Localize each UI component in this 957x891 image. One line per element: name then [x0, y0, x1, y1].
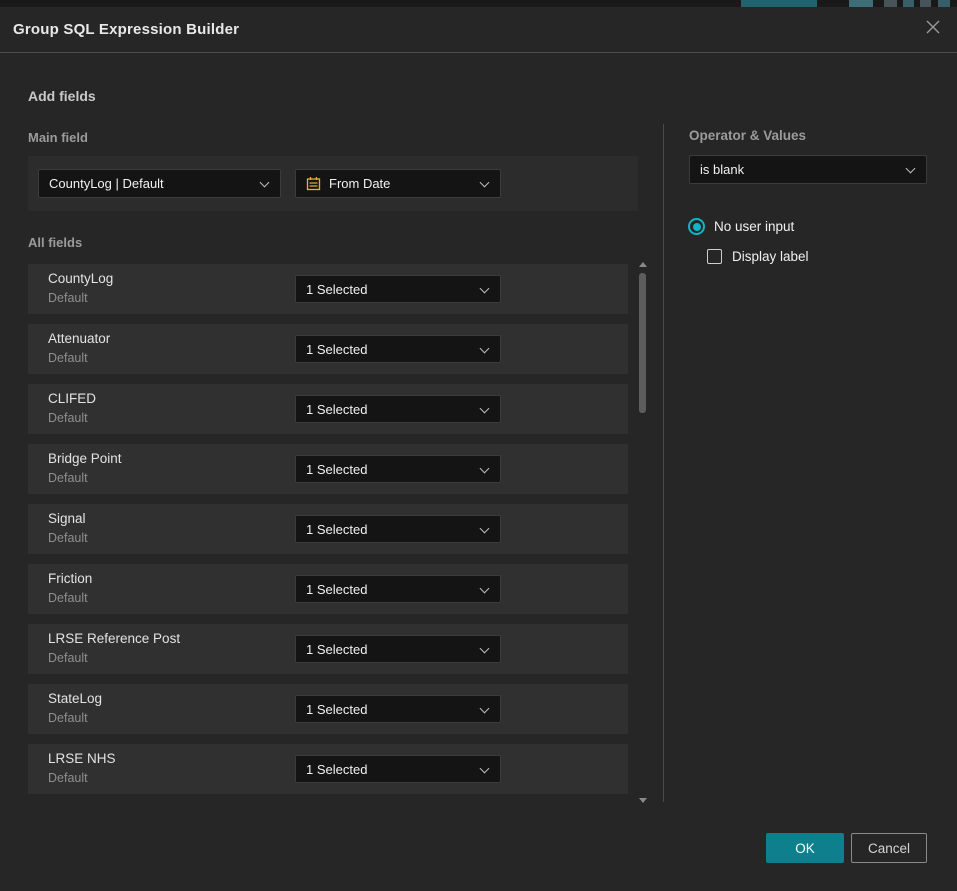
background-fragment [884, 0, 897, 7]
operator-values-heading: Operator & Values [689, 128, 806, 143]
field-sublabel: Default [48, 291, 88, 305]
chevron-down-icon [260, 178, 270, 188]
field-list-item: Attenuator Default 1 Selected [28, 324, 628, 374]
fields-scrollbar[interactable] [637, 258, 649, 807]
panel-divider [663, 124, 664, 802]
close-icon [925, 19, 941, 40]
ok-button[interactable]: OK [766, 833, 844, 863]
chevron-down-icon [480, 178, 490, 188]
scroll-down-arrow-icon[interactable] [639, 798, 647, 803]
main-field-panel: CountyLog | Default From Date [28, 156, 638, 211]
field-name: CountyLog [48, 271, 113, 286]
field-selected-value: 1 Selected [306, 582, 367, 597]
chevron-down-icon [480, 464, 490, 474]
field-list-item: CLIFED Default 1 Selected [28, 384, 628, 434]
field-name: Bridge Point [48, 451, 122, 466]
layer-select-value: CountyLog | Default [49, 176, 164, 191]
field-list-item: StateLog Default 1 Selected [28, 684, 628, 734]
field-selected-dropdown[interactable]: 1 Selected [295, 575, 501, 603]
field-selected-value: 1 Selected [306, 342, 367, 357]
field-sublabel: Default [48, 651, 88, 665]
all-fields-list: CountyLog Default 1 Selected Attenuator … [28, 264, 628, 804]
calendar-icon [306, 176, 321, 191]
field-sublabel: Default [48, 531, 88, 545]
add-fields-heading: Add fields [28, 88, 96, 104]
chevron-down-icon [480, 764, 490, 774]
field-selected-value: 1 Selected [306, 762, 367, 777]
radio-selected-icon [688, 218, 705, 235]
field-selected-value: 1 Selected [306, 282, 367, 297]
operator-value: is blank [700, 162, 744, 177]
field-name: LRSE NHS [48, 751, 116, 766]
field-sublabel: Default [48, 771, 88, 785]
field-name: StateLog [48, 691, 102, 706]
field-list-item: Friction Default 1 Selected [28, 564, 628, 614]
dialog-header: Group SQL Expression Builder [0, 7, 957, 53]
chevron-down-icon [480, 344, 490, 354]
field-selected-dropdown[interactable]: 1 Selected [295, 695, 501, 723]
background-fragment [938, 0, 950, 7]
scrollbar-thumb[interactable] [639, 273, 646, 413]
field-list-item: LRSE NHS Default 1 Selected [28, 744, 628, 794]
background-fragment [849, 0, 873, 7]
close-button[interactable] [922, 18, 944, 40]
field-selected-dropdown[interactable]: 1 Selected [295, 455, 501, 483]
field-sublabel: Default [48, 411, 88, 425]
background-fragment [920, 0, 931, 7]
field-selected-value: 1 Selected [306, 462, 367, 477]
chevron-down-icon [480, 704, 490, 714]
checkbox-unchecked-icon [707, 249, 722, 264]
all-fields-label: All fields [28, 235, 82, 250]
field-selected-value: 1 Selected [306, 402, 367, 417]
field-selected-value: 1 Selected [306, 642, 367, 657]
chevron-down-icon [906, 164, 916, 174]
group-sql-expression-builder-dialog: Group SQL Expression Builder Add fields … [0, 7, 957, 891]
field-list-item: Bridge Point Default 1 Selected [28, 444, 628, 494]
layer-select-dropdown[interactable]: CountyLog | Default [38, 169, 281, 198]
field-selected-dropdown[interactable]: 1 Selected [295, 335, 501, 363]
field-list-item: LRSE Reference Post Default 1 Selected [28, 624, 628, 674]
chevron-down-icon [480, 404, 490, 414]
chevron-down-icon [480, 524, 490, 534]
chevron-down-icon [480, 284, 490, 294]
field-selected-value: 1 Selected [306, 522, 367, 537]
field-name: Signal [48, 511, 86, 526]
field-name: CLIFED [48, 391, 96, 406]
field-selected-dropdown[interactable]: 1 Selected [295, 515, 501, 543]
background-fragment [741, 0, 817, 7]
field-name: Attenuator [48, 331, 110, 346]
field-sublabel: Default [48, 591, 88, 605]
field-sublabel: Default [48, 471, 88, 485]
main-field-select-value: From Date [329, 176, 390, 191]
no-user-input-label: No user input [714, 219, 794, 234]
main-field-label: Main field [28, 130, 88, 145]
app-background-strip [0, 0, 957, 7]
field-name: Friction [48, 571, 92, 586]
no-user-input-radio[interactable]: No user input [688, 218, 794, 235]
field-selected-dropdown[interactable]: 1 Selected [295, 635, 501, 663]
field-selected-value: 1 Selected [306, 702, 367, 717]
display-label-label: Display label [732, 249, 809, 264]
chevron-down-icon [480, 584, 490, 594]
dialog-title: Group SQL Expression Builder [13, 21, 239, 38]
display-label-checkbox[interactable]: Display label [707, 249, 809, 264]
operator-dropdown[interactable]: is blank [689, 155, 927, 184]
field-selected-dropdown[interactable]: 1 Selected [295, 395, 501, 423]
background-fragment [903, 0, 914, 7]
scroll-up-arrow-icon[interactable] [639, 262, 647, 267]
cancel-button[interactable]: Cancel [851, 833, 927, 863]
field-sublabel: Default [48, 711, 88, 725]
field-name: LRSE Reference Post [48, 631, 180, 646]
field-list-item: CountyLog Default 1 Selected [28, 264, 628, 314]
field-selected-dropdown[interactable]: 1 Selected [295, 275, 501, 303]
field-sublabel: Default [48, 351, 88, 365]
main-field-select-dropdown[interactable]: From Date [295, 169, 501, 198]
field-list-item: Signal Default 1 Selected [28, 504, 628, 554]
field-selected-dropdown[interactable]: 1 Selected [295, 755, 501, 783]
chevron-down-icon [480, 644, 490, 654]
